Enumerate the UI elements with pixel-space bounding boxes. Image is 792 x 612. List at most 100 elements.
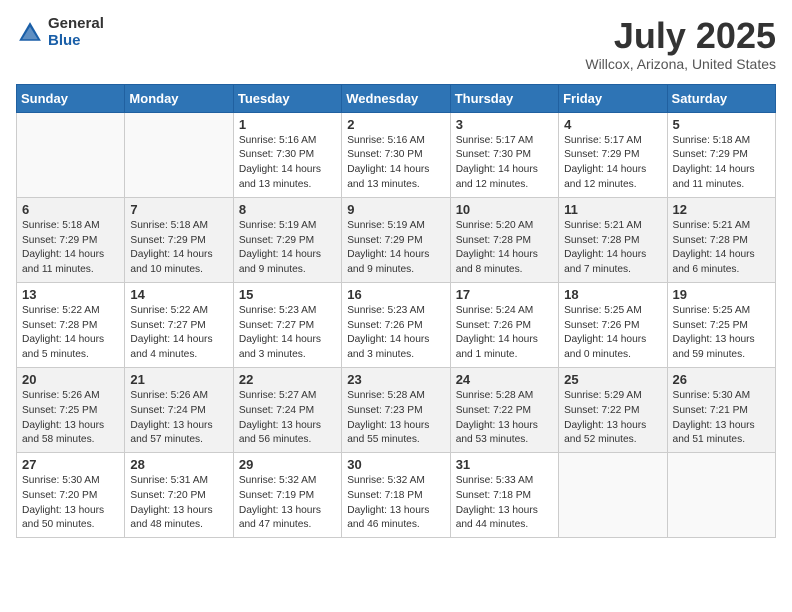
day-info: Sunrise: 5:25 AM Sunset: 7:25 PM Dayligh… — [673, 304, 770, 363]
calendar-cell: 26 Sunrise: 5:30 AM Sunset: 7:21 PM Dayli… — [667, 367, 775, 452]
day-number: 1 — [239, 117, 336, 132]
logo: General Blue — [16, 16, 104, 49]
day-number: 28 — [130, 457, 227, 472]
calendar-cell: 20Sunrise: 5:26 AM Sunset: 7:25 PM Dayli… — [17, 367, 125, 452]
day-number: 18 — [564, 287, 661, 302]
calendar-cell: 29 Sunrise: 5:32 AM Sunset: 7:19 PM Dayli… — [233, 453, 341, 538]
day-number: 9 — [347, 202, 444, 217]
calendar-cell — [17, 112, 125, 197]
day-info: Sunrise: 5:29 AM Sunset: 7:22 PM Dayligh… — [564, 389, 661, 448]
day-info: Sunrise: 5:21 AM Sunset: 7:28 PM Dayligh… — [564, 219, 661, 278]
calendar-header-saturday: Saturday — [667, 84, 775, 112]
logo-text: General Blue — [48, 16, 104, 49]
day-info: Sunrise: 5:22 AM Sunset: 7:28 PM Dayligh… — [22, 304, 119, 363]
calendar-header-wednesday: Wednesday — [342, 84, 450, 112]
day-number: 24 — [456, 372, 553, 387]
day-number: 29 — [239, 457, 336, 472]
calendar-cell: 27Sunrise: 5:30 AM Sunset: 7:20 PM Dayli… — [17, 453, 125, 538]
calendar-cell — [667, 453, 775, 538]
day-info: Sunrise: 5:19 AM Sunset: 7:29 PM Dayligh… — [347, 219, 444, 278]
calendar-table: SundayMondayTuesdayWednesdayThursdayFrid… — [16, 84, 776, 539]
day-number: 7 — [130, 202, 227, 217]
day-info: Sunrise: 5:22 AM Sunset: 7:27 PM Dayligh… — [130, 304, 227, 363]
calendar-cell: 14 Sunrise: 5:22 AM Sunset: 7:27 PM Dayli… — [125, 282, 233, 367]
location-text: Willcox, Arizona, United States — [585, 56, 776, 72]
calendar-header-tuesday: Tuesday — [233, 84, 341, 112]
day-info: Sunrise: 5:18 AM Sunset: 7:29 PM Dayligh… — [673, 134, 770, 193]
calendar-cell: 3 Sunrise: 5:17 AM Sunset: 7:30 PM Daylig… — [450, 112, 558, 197]
logo-blue-text: Blue — [48, 33, 104, 50]
day-info: Sunrise: 5:33 AM Sunset: 7:18 PM Dayligh… — [456, 474, 553, 533]
calendar-cell: 22 Sunrise: 5:27 AM Sunset: 7:24 PM Dayli… — [233, 367, 341, 452]
title-block: July 2025 Willcox, Arizona, United State… — [585, 16, 776, 72]
logo-general-text: General — [48, 16, 104, 33]
day-info: Sunrise: 5:18 AM Sunset: 7:29 PM Dayligh… — [130, 219, 227, 278]
calendar-cell: 31Sunrise: 5:33 AM Sunset: 7:18 PM Dayli… — [450, 453, 558, 538]
day-number: 4 — [564, 117, 661, 132]
calendar-cell: 19 Sunrise: 5:25 AM Sunset: 7:25 PM Dayli… — [667, 282, 775, 367]
calendar-cell: 28 Sunrise: 5:31 AM Sunset: 7:20 PM Dayli… — [125, 453, 233, 538]
day-info: Sunrise: 5:16 AM Sunset: 7:30 PM Dayligh… — [239, 134, 336, 193]
calendar-header-monday: Monday — [125, 84, 233, 112]
day-number: 14 — [130, 287, 227, 302]
day-info: Sunrise: 5:30 AM Sunset: 7:20 PM Dayligh… — [22, 474, 119, 533]
calendar-cell: 8 Sunrise: 5:19 AM Sunset: 7:29 PM Daylig… — [233, 197, 341, 282]
calendar-cell: 30Sunrise: 5:32 AM Sunset: 7:18 PM Dayli… — [342, 453, 450, 538]
calendar-cell: 11 Sunrise: 5:21 AM Sunset: 7:28 PM Dayli… — [559, 197, 667, 282]
day-info: Sunrise: 5:31 AM Sunset: 7:20 PM Dayligh… — [130, 474, 227, 533]
day-info: Sunrise: 5:30 AM Sunset: 7:21 PM Dayligh… — [673, 389, 770, 448]
day-info: Sunrise: 5:23 AM Sunset: 7:26 PM Dayligh… — [347, 304, 444, 363]
day-number: 13 — [22, 287, 119, 302]
day-number: 15 — [239, 287, 336, 302]
day-info: Sunrise: 5:32 AM Sunset: 7:19 PM Dayligh… — [239, 474, 336, 533]
day-number: 30 — [347, 457, 444, 472]
calendar-cell: 1 Sunrise: 5:16 AM Sunset: 7:30 PM Daylig… — [233, 112, 341, 197]
day-info: Sunrise: 5:28 AM Sunset: 7:23 PM Dayligh… — [347, 389, 444, 448]
calendar-cell: 24 Sunrise: 5:28 AM Sunset: 7:22 PM Dayli… — [450, 367, 558, 452]
day-info: Sunrise: 5:16 AM Sunset: 7:30 PM Dayligh… — [347, 134, 444, 193]
day-number: 6 — [22, 202, 119, 217]
page-header: General Blue July 2025 Willcox, Arizona,… — [16, 16, 776, 72]
day-info: Sunrise: 5:17 AM Sunset: 7:29 PM Dayligh… — [564, 134, 661, 193]
day-info: Sunrise: 5:25 AM Sunset: 7:26 PM Dayligh… — [564, 304, 661, 363]
day-info: Sunrise: 5:20 AM Sunset: 7:28 PM Dayligh… — [456, 219, 553, 278]
day-number: 19 — [673, 287, 770, 302]
day-number: 8 — [239, 202, 336, 217]
calendar-cell: 17Sunrise: 5:24 AM Sunset: 7:26 PM Dayli… — [450, 282, 558, 367]
month-title: July 2025 — [585, 16, 776, 56]
calendar-week-row: 20Sunrise: 5:26 AM Sunset: 7:25 PM Dayli… — [17, 367, 776, 452]
day-number: 5 — [673, 117, 770, 132]
day-number: 16 — [347, 287, 444, 302]
day-info: Sunrise: 5:17 AM Sunset: 7:30 PM Dayligh… — [456, 134, 553, 193]
day-info: Sunrise: 5:19 AM Sunset: 7:29 PM Dayligh… — [239, 219, 336, 278]
day-number: 21 — [130, 372, 227, 387]
calendar-header-thursday: Thursday — [450, 84, 558, 112]
calendar-cell: 15 Sunrise: 5:23 AM Sunset: 7:27 PM Dayli… — [233, 282, 341, 367]
calendar-cell: 10Sunrise: 5:20 AM Sunset: 7:28 PM Dayli… — [450, 197, 558, 282]
calendar-cell: 7 Sunrise: 5:18 AM Sunset: 7:29 PM Daylig… — [125, 197, 233, 282]
day-info: Sunrise: 5:28 AM Sunset: 7:22 PM Dayligh… — [456, 389, 553, 448]
day-number: 11 — [564, 202, 661, 217]
calendar-week-row: 13 Sunrise: 5:22 AM Sunset: 7:28 PM Dayli… — [17, 282, 776, 367]
calendar-cell: 13 Sunrise: 5:22 AM Sunset: 7:28 PM Dayli… — [17, 282, 125, 367]
day-info: Sunrise: 5:21 AM Sunset: 7:28 PM Dayligh… — [673, 219, 770, 278]
day-number: 3 — [456, 117, 553, 132]
calendar-cell — [559, 453, 667, 538]
day-number: 26 — [673, 372, 770, 387]
day-number: 23 — [347, 372, 444, 387]
calendar-week-row: 1 Sunrise: 5:16 AM Sunset: 7:30 PM Daylig… — [17, 112, 776, 197]
day-number: 22 — [239, 372, 336, 387]
calendar-cell: 5 Sunrise: 5:18 AM Sunset: 7:29 PM Daylig… — [667, 112, 775, 197]
logo-icon — [16, 19, 44, 47]
day-number: 25 — [564, 372, 661, 387]
calendar-header-row: SundayMondayTuesdayWednesdayThursdayFrid… — [17, 84, 776, 112]
calendar-cell: 16 Sunrise: 5:23 AM Sunset: 7:26 PM Dayli… — [342, 282, 450, 367]
calendar-cell: 21Sunrise: 5:26 AM Sunset: 7:24 PM Dayli… — [125, 367, 233, 452]
day-info: Sunrise: 5:26 AM Sunset: 7:25 PM Dayligh… — [22, 389, 119, 448]
calendar-cell: 4 Sunrise: 5:17 AM Sunset: 7:29 PM Daylig… — [559, 112, 667, 197]
day-info: Sunrise: 5:23 AM Sunset: 7:27 PM Dayligh… — [239, 304, 336, 363]
calendar-cell — [125, 112, 233, 197]
day-number: 12 — [673, 202, 770, 217]
calendar-header-sunday: Sunday — [17, 84, 125, 112]
day-info: Sunrise: 5:27 AM Sunset: 7:24 PM Dayligh… — [239, 389, 336, 448]
